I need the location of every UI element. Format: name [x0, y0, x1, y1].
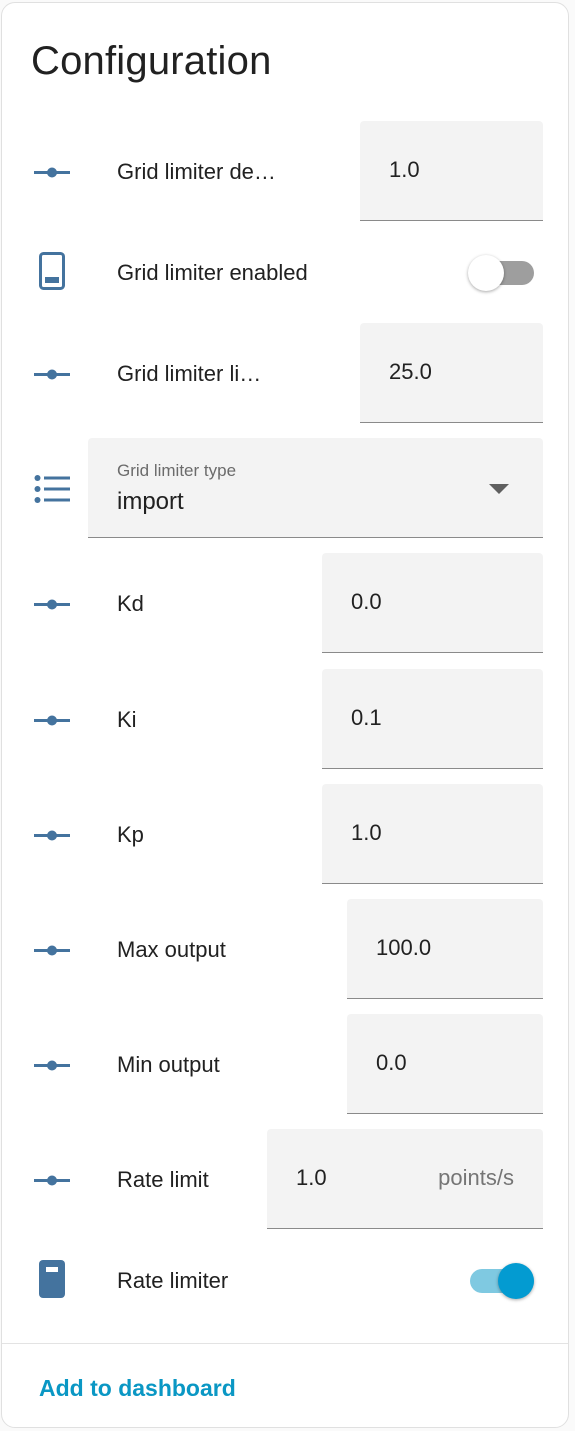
slider-icon: [30, 582, 74, 626]
footer-divider: [2, 1343, 568, 1344]
row-label: Rate limiter: [117, 1268, 229, 1293]
row-label: Ki: [117, 707, 137, 732]
rate-limit-input[interactable]: 1.0 points/s: [267, 1129, 543, 1229]
row-ki: Ki 0.1: [2, 669, 568, 771]
field-value: 100.0: [376, 935, 432, 960]
row-kd: Kd 0.0: [2, 553, 568, 655]
field-value: 0.0: [351, 589, 382, 614]
field-unit: points/s: [438, 1165, 514, 1190]
select-label: Grid limiter type: [117, 461, 237, 480]
grid-limiter-type-select[interactable]: Grid limiter type import: [88, 438, 543, 538]
row-grid-limiter-deadband: Grid limiter de… 1.0: [2, 121, 568, 223]
grid-limiter-deadband-input[interactable]: 1.0: [360, 121, 543, 221]
row-min-output: Min output 0.0: [2, 1014, 568, 1116]
row-grid-limiter-enabled: Grid limiter enabled: [2, 243, 568, 303]
kp-input[interactable]: 1.0: [322, 784, 543, 884]
row-label: Grid limiter de…: [117, 159, 276, 184]
card-title: Configuration: [31, 39, 272, 83]
kd-input[interactable]: 0.0: [322, 553, 543, 653]
slider-icon: [30, 1158, 74, 1202]
field-value: 0.1: [351, 705, 382, 730]
grid-limiter-enabled-toggle[interactable]: [468, 253, 534, 293]
row-label: Grid limiter li…: [117, 361, 262, 386]
field-value: 25.0: [389, 359, 432, 384]
row-max-output: Max output 100.0: [2, 899, 568, 1001]
slider-icon: [30, 813, 74, 857]
device-icon: [30, 1257, 74, 1301]
field-value: 1.0: [351, 820, 382, 845]
row-rate-limit: Rate limit 1.0 points/s: [2, 1129, 568, 1231]
min-output-input[interactable]: 0.0: [347, 1014, 543, 1114]
field-value: 0.0: [376, 1050, 407, 1075]
slider-icon: [30, 928, 74, 972]
slider-icon: [30, 698, 74, 742]
row-label: Min output: [117, 1052, 220, 1077]
field-value: 1.0: [389, 157, 420, 182]
ki-input[interactable]: 0.1: [322, 669, 543, 769]
device-icon: [30, 249, 74, 293]
row-label: Kp: [117, 822, 144, 847]
row-label: Grid limiter enabled: [117, 260, 308, 285]
toggle-knob: [468, 255, 504, 291]
add-to-dashboard-link[interactable]: Add to dashboard: [39, 1375, 236, 1402]
row-rate-limiter: Rate limiter: [2, 1251, 568, 1311]
slider-icon: [30, 150, 74, 194]
row-label: Rate limit: [117, 1167, 209, 1192]
slider-icon: [30, 352, 74, 396]
list-icon: [30, 467, 74, 511]
row-label: Kd: [117, 591, 144, 616]
slider-icon: [30, 1043, 74, 1087]
field-value: 1.0: [296, 1165, 327, 1190]
grid-limiter-limit-input[interactable]: 25.0: [360, 323, 543, 423]
select-value: import: [117, 488, 184, 515]
max-output-input[interactable]: 100.0: [347, 899, 543, 999]
configuration-card: Configuration Grid limiter de… 1.0 Grid …: [1, 2, 569, 1428]
toggle-knob: [498, 1263, 534, 1299]
row-grid-limiter-limit: Grid limiter li… 25.0: [2, 323, 568, 425]
rate-limiter-toggle[interactable]: [468, 1261, 534, 1301]
row-label: Max output: [117, 937, 226, 962]
row-kp: Kp 1.0: [2, 784, 568, 886]
row-grid-limiter-type: Grid limiter type import: [2, 438, 568, 540]
dropdown-arrow-icon: [489, 484, 509, 494]
